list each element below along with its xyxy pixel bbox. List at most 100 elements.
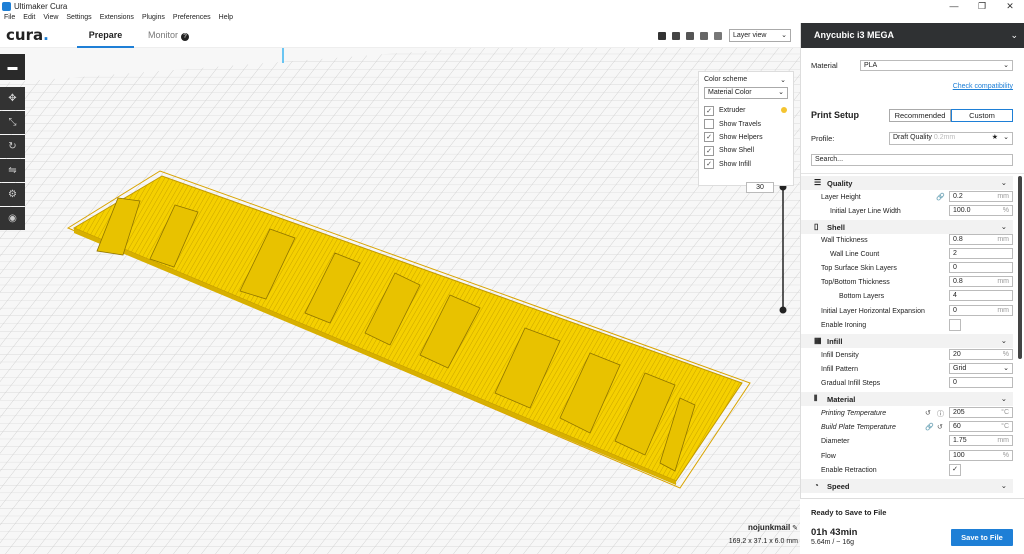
option-show-helpers[interactable]: ✓ Show Helpers — [704, 131, 788, 144]
checkbox[interactable]: ✓ — [704, 145, 714, 156]
color-scheme-select[interactable]: Material Color ⌄ — [704, 87, 788, 99]
link-icon: 🔗 — [925, 424, 934, 431]
cura-app-icon — [2, 1, 11, 11]
info-icon[interactable]: ⓘ — [937, 409, 944, 419]
checkbox[interactable]: ✓ — [704, 132, 714, 143]
checkbox[interactable]: ✓ — [704, 105, 714, 116]
menu-extensions[interactable]: Extensions — [96, 14, 138, 21]
top-surface-skin-layers-input[interactable]: 0 — [949, 262, 1013, 273]
infill-pattern-select[interactable]: Grid ⌄ — [949, 363, 1013, 374]
rotate-tool-button[interactable]: ↻ — [0, 135, 25, 158]
window-titlebar: Ultimaker Cura — ❐ ✕ — [0, 0, 1024, 12]
build-plate-scene — [0, 23, 800, 554]
view-right-icon[interactable] — [714, 32, 722, 40]
edit-pencil-icon[interactable]: ✎ — [792, 525, 798, 532]
minimize-button[interactable]: — — [940, 0, 968, 12]
view-left-icon[interactable] — [700, 32, 708, 40]
option-show-infill[interactable]: ✓ Show Infill — [704, 158, 788, 171]
reset-icon[interactable]: ↺ — [925, 409, 931, 417]
gradual-infill-steps-input[interactable]: 0 — [949, 377, 1013, 388]
per-model-settings-button[interactable]: ⚙ — [0, 183, 25, 206]
menu-settings[interactable]: Settings — [62, 14, 95, 21]
setting-gradual-infill-steps: Gradual Infill Steps 0 — [801, 377, 1024, 391]
move-tool-button[interactable]: ✥ — [0, 87, 25, 110]
mirror-icon: ⇋ — [8, 165, 17, 176]
option-extruder[interactable]: ✓ Extruder — [704, 104, 788, 117]
checkbox[interactable] — [704, 119, 714, 130]
setting-build-plate-temperature: Build Plate Temperature 🔗 ↺ 60 °C — [801, 421, 1024, 435]
enable-ironing-checkbox[interactable] — [949, 319, 961, 331]
tool-bar: ▬ ✥ ⤡ ↻ ⇋ ⚙ ◉ — [0, 54, 25, 239]
infill-density-input[interactable]: 20% — [949, 349, 1013, 360]
option-show-shell[interactable]: ✓ Show Shell — [704, 144, 788, 157]
reset-icon[interactable]: ↺ — [937, 423, 943, 431]
material-select[interactable]: PLA ⌄ — [860, 60, 1013, 71]
setting-wall-thickness: Wall Thickness 0.8 mm — [801, 234, 1024, 248]
setting-enable-ironing: Enable Ironing — [801, 319, 1024, 333]
menu-edit[interactable]: Edit — [19, 14, 39, 21]
category-material[interactable]: ⫴ Material ⌄ — [801, 392, 1013, 406]
close-button[interactable]: ✕ — [996, 0, 1024, 12]
view-front-icon[interactable] — [672, 32, 680, 40]
view-mode-select[interactable]: Layer view ⌄ — [729, 29, 791, 42]
diameter-input[interactable]: 1.75 mm — [949, 435, 1013, 446]
recommended-mode-button[interactable]: Recommended — [889, 109, 951, 122]
category-speed[interactable]: ◔ Speed ⌄ — [801, 479, 1013, 493]
wall-thickness-input[interactable]: 0.8 mm — [949, 234, 1013, 245]
view-top-icon[interactable] — [686, 32, 694, 40]
tab-monitor[interactable]: Monitor? — [148, 23, 190, 48]
check-compatibility-link[interactable]: Check compatibility — [953, 83, 1013, 90]
build-plate-temperature-input[interactable]: 60 °C — [949, 421, 1013, 432]
flow-input[interactable]: 100% — [949, 450, 1013, 461]
menu-preferences[interactable]: Preferences — [169, 14, 215, 21]
menu-help[interactable]: Help — [215, 14, 237, 21]
enable-retraction-checkbox[interactable]: ✓ — [949, 464, 961, 476]
shell-icon: ▯ — [814, 222, 819, 231]
save-to-file-button[interactable]: Save to File — [951, 529, 1013, 546]
option-show-travels[interactable]: Show Travels — [704, 117, 788, 130]
setting-layer-height: Layer Height 🔗 0.2 mm — [801, 191, 1024, 205]
menu-plugins[interactable]: Plugins — [138, 14, 169, 21]
setting-top-surface-skin-layers: Top Surface Skin Layers 0 — [801, 262, 1024, 276]
settings-search-input[interactable]: Search... — [811, 154, 1013, 166]
rotate-icon: ↻ — [8, 141, 17, 152]
chevron-down-icon: ⌄ — [1000, 178, 1007, 187]
machine-selector[interactable]: Anycubic i3 MEGA ⌄ — [801, 23, 1024, 48]
initial-layer-line-width-input[interactable]: 100.0% — [949, 205, 1013, 216]
bottom-layers-input[interactable]: 4 — [949, 290, 1013, 301]
profile-select[interactable]: Draft Quality 0.2mm ★ ⌄ — [889, 132, 1013, 145]
view-3d-icon[interactable] — [658, 32, 666, 40]
infill-icon: ▦ — [814, 336, 822, 345]
mirror-tool-button[interactable]: ⇋ — [0, 159, 25, 182]
color-scheme-title[interactable]: Color scheme ⌄ — [704, 76, 788, 84]
category-shell[interactable]: ▯ Shell ⌄ — [801, 220, 1013, 234]
initial-layer-horizontal-expansion-input[interactable]: 0 mm — [949, 305, 1013, 316]
menu-view[interactable]: View — [39, 14, 62, 21]
chevron-down-icon: ⌄ — [1003, 134, 1009, 141]
menu-bar: File Edit View Settings Extensions Plugi… — [0, 12, 1024, 23]
settings-scrollbar[interactable] — [1018, 176, 1022, 359]
layer-number-input[interactable]: 30 — [746, 182, 774, 193]
open-file-button[interactable]: ▬ — [0, 54, 25, 80]
support-blocker-button[interactable]: ◉ — [0, 207, 25, 230]
category-infill[interactable]: ▦ Infill ⌄ — [801, 334, 1013, 348]
maximize-button[interactable]: ❐ — [968, 0, 996, 12]
custom-mode-button[interactable]: Custom — [951, 109, 1013, 122]
checkbox[interactable]: ✓ — [704, 159, 714, 170]
scale-tool-button[interactable]: ⤡ — [0, 111, 25, 134]
star-icon[interactable]: ★ — [992, 133, 998, 142]
cura-logo: cura. — [6, 26, 49, 44]
wall-line-count-input[interactable]: 2 — [949, 248, 1013, 259]
tab-prepare[interactable]: Prepare — [77, 23, 134, 48]
save-panel: Ready to Save to File 01h 43min 5.64m / … — [800, 498, 1024, 554]
layer-height-input[interactable]: 0.2 mm — [949, 191, 1013, 202]
material-label: Material — [811, 61, 838, 70]
material-icon: ⫴ — [814, 394, 818, 403]
menu-file[interactable]: File — [0, 14, 19, 21]
top-bottom-thickness-input[interactable]: 0.8 mm — [949, 276, 1013, 287]
build-plate-viewport[interactable]: cura. Prepare Monitor? Layer view ⌄ ▬ ✥ ⤡… — [0, 23, 800, 554]
per-model-settings-icon: ⚙ — [8, 189, 17, 200]
category-quality[interactable]: ☰ Quality ⌄ — [801, 176, 1013, 190]
color-scheme-panel: Color scheme ⌄ Material Color ⌄ ✓ Extruder … — [698, 71, 794, 186]
printing-temperature-input[interactable]: 205 °C — [949, 407, 1013, 418]
